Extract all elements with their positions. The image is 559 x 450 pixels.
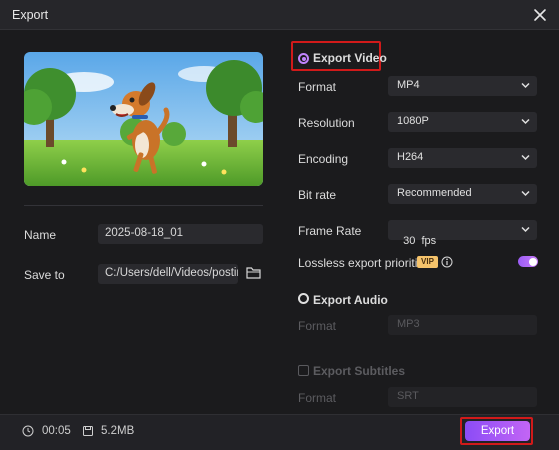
cartoon-dog-thumbnail: [24, 52, 263, 186]
name-input[interactable]: 2025-08-18_01: [98, 224, 263, 244]
chevron-down-icon: [521, 226, 530, 233]
file-size-text: 5.2MB: [101, 425, 135, 437]
chevron-down-icon: [521, 154, 530, 161]
export-video-radio[interactable]: [298, 53, 309, 64]
subtitles-format-value: SRT: [397, 390, 419, 402]
framerate-value: 30 fps: [403, 235, 437, 247]
folder-icon[interactable]: [246, 266, 261, 280]
export-audio-label[interactable]: Export Audio: [313, 293, 388, 307]
framerate-label: Frame Rate: [298, 224, 362, 238]
framerate-select[interactable]: 30 fps: [388, 220, 537, 247]
chevron-down-icon: [521, 118, 530, 125]
encoding-label: Encoding: [298, 152, 349, 166]
export-subtitles-label[interactable]: Export Subtitles: [313, 364, 405, 378]
clock-icon: [22, 425, 34, 437]
video-thumbnail: [24, 52, 263, 186]
window-title: Export: [12, 8, 49, 22]
lossless-toggle[interactable]: [518, 256, 538, 267]
resolution-select[interactable]: 1080P: [388, 112, 537, 132]
bitrate-label: Bit rate: [298, 188, 337, 202]
chevron-down-icon: [521, 82, 530, 89]
chevron-down-icon: [521, 190, 530, 197]
resolution-label: Resolution: [298, 116, 355, 130]
subtitles-format-label: Format: [298, 391, 337, 405]
info-icon[interactable]: [441, 256, 453, 268]
bitrate-select[interactable]: Recommended: [388, 184, 537, 204]
resolution-value: 1080P: [397, 115, 429, 127]
file-size-icon: [83, 426, 93, 436]
close-icon[interactable]: [531, 6, 549, 24]
lossless-label: Lossless export prioritized: [298, 256, 437, 270]
format-value: MP4: [397, 79, 420, 91]
audio-format-label: Format: [298, 319, 337, 333]
format-label: Format: [298, 80, 337, 94]
bitrate-value: Recommended: [397, 187, 472, 199]
name-label: Name: [24, 228, 57, 242]
export-button[interactable]: Export: [465, 421, 530, 441]
audio-format-select: MP3: [388, 315, 537, 335]
save-path-field[interactable]: C:/Users/dell/Videos/posting: [98, 264, 238, 284]
duration-text: 00:05: [42, 425, 71, 437]
format-select[interactable]: MP4: [388, 76, 537, 96]
divider: [24, 205, 263, 206]
audio-format-value: MP3: [397, 318, 420, 330]
export-audio-radio[interactable]: [298, 293, 309, 304]
title-bar: Export: [0, 0, 559, 30]
encoding-value: H264: [397, 151, 424, 163]
vip-badge: VIP: [417, 256, 438, 268]
export-video-label[interactable]: Export Video: [313, 51, 387, 65]
save-to-label: Save to: [24, 268, 65, 282]
subtitles-format-select: SRT: [388, 387, 537, 407]
export-subtitles-checkbox[interactable]: [298, 365, 309, 376]
encoding-select[interactable]: H264: [388, 148, 537, 168]
